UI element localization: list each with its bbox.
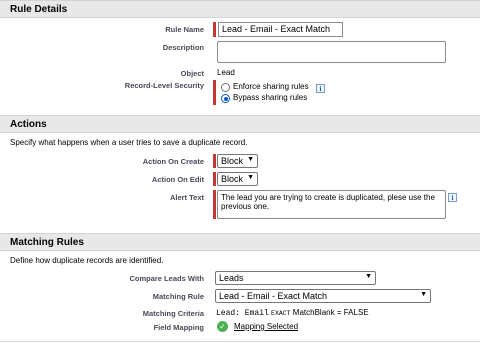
alert-text-textarea[interactable]: The lead you are trying to create is dup…	[217, 190, 446, 219]
criteria-rest: MatchBlank = FALSE	[292, 308, 369, 317]
actions-header: Actions	[0, 115, 480, 133]
description-textarea[interactable]	[217, 41, 446, 63]
compare-leads-value: Leads	[219, 273, 244, 283]
matching-criteria-value: Lead: Email EXACT MatchBlank = FALSE	[216, 308, 369, 318]
required-indicator	[213, 172, 216, 186]
object-value: Lead	[217, 68, 235, 77]
compare-leads-label: Compare Leads With	[129, 274, 204, 283]
info-icon[interactable]: i	[448, 193, 457, 202]
record-security-label: Record-Level Security	[124, 81, 204, 90]
matching-rule-label: Matching Rule	[152, 292, 204, 301]
criteria-exact: EXACT	[271, 310, 291, 317]
matching-criteria-label: Matching Criteria	[142, 309, 204, 318]
required-indicator	[213, 190, 216, 219]
required-indicator	[213, 80, 216, 105]
bottom-divider	[0, 341, 480, 342]
enforce-sharing-radio[interactable]	[221, 83, 230, 92]
matching-rule-select[interactable]: Lead - Email - Exact Match ▼	[215, 289, 431, 303]
bypass-sharing-label: Bypass sharing rules	[233, 93, 308, 102]
mapping-selected-link[interactable]: Mapping Selected	[234, 322, 298, 331]
rule-name-input[interactable]: Lead - Email - Exact Match	[218, 22, 343, 37]
action-on-edit-select[interactable]: Block ▼	[217, 172, 258, 186]
required-indicator	[213, 154, 216, 168]
action-on-edit-label: Action On Edit	[151, 175, 204, 184]
criteria-field: Lead: Email	[216, 309, 269, 318]
chevron-down-icon: ▼	[420, 291, 427, 298]
matching-rules-description: Define how duplicate records are identif…	[10, 256, 164, 265]
rule-name-label: Rule Name	[165, 25, 204, 34]
info-icon[interactable]: i	[316, 84, 325, 93]
chevron-down-icon: ▼	[247, 174, 254, 181]
actions-description: Specify what happens when a user tries t…	[10, 138, 248, 147]
matching-rule-value: Lead - Email - Exact Match	[219, 291, 328, 301]
matching-rules-header: Matching Rules	[0, 233, 480, 251]
action-on-edit-value: Block	[221, 174, 244, 184]
action-on-create-label: Action On Create	[142, 157, 204, 166]
required-indicator	[213, 22, 216, 37]
field-mapping-label: Field Mapping	[153, 323, 204, 332]
action-on-create-select[interactable]: Block ▼	[217, 154, 258, 168]
rule-details-header: Rule Details	[0, 0, 480, 18]
alert-text-label: Alert Text	[169, 193, 204, 202]
description-label: Description	[162, 43, 204, 52]
chevron-down-icon: ▼	[365, 273, 372, 280]
check-icon: ✓	[217, 321, 228, 332]
bypass-sharing-radio[interactable]	[221, 94, 230, 103]
action-on-create-value: Block	[221, 156, 244, 166]
enforce-sharing-label: Enforce sharing rules	[233, 82, 309, 91]
object-label: Object	[180, 69, 204, 78]
chevron-down-icon: ▼	[247, 156, 254, 163]
compare-leads-select[interactable]: Leads ▼	[215, 271, 376, 285]
